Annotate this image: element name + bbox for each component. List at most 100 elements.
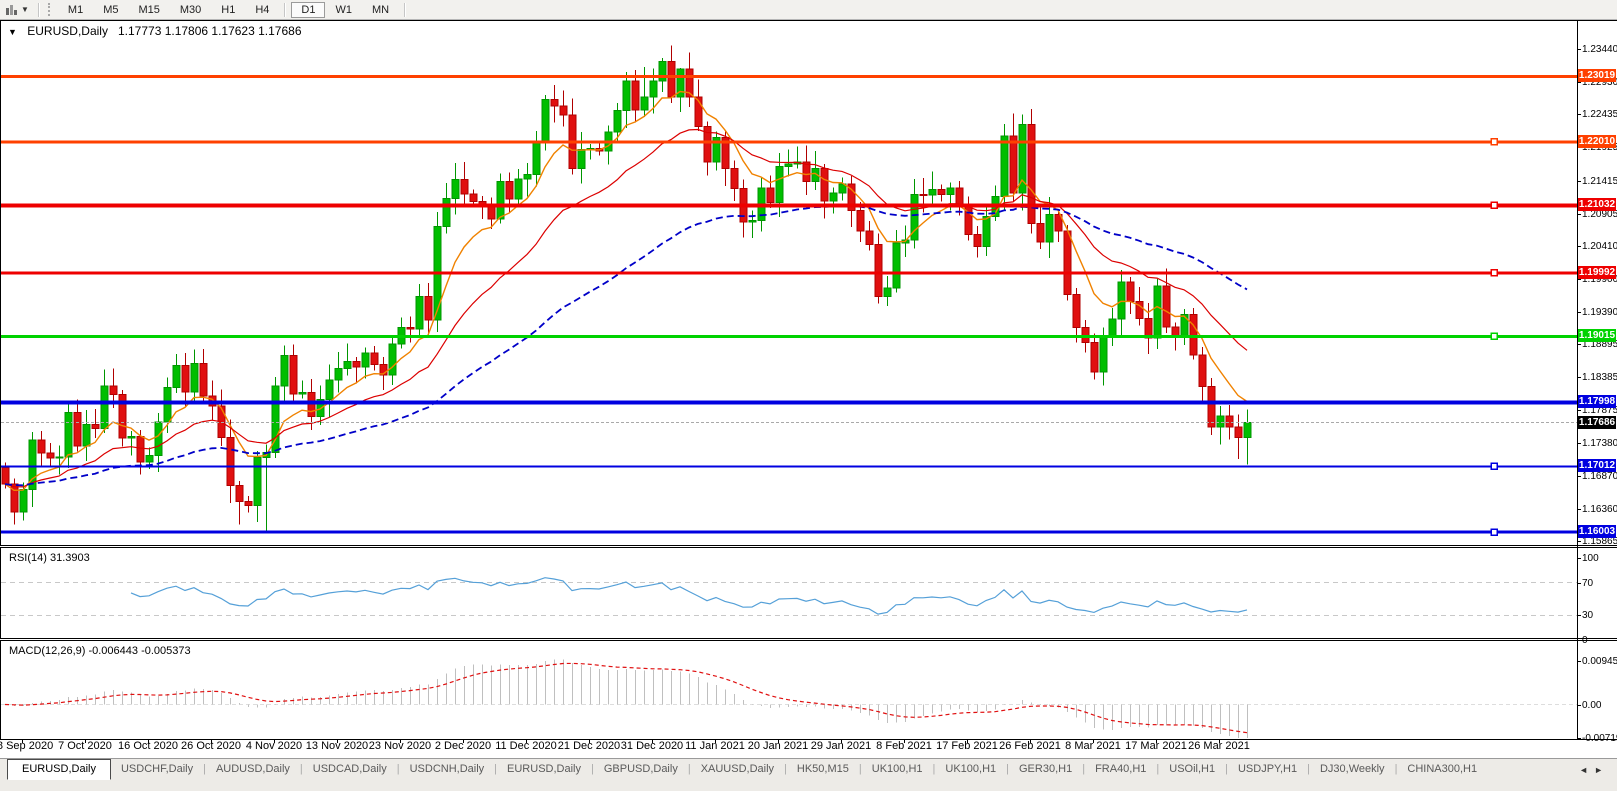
candle-body (74, 413, 81, 446)
date-axis-label: 26 Mar 2021 (1179, 740, 1259, 752)
candle-body (623, 81, 630, 111)
horizontal-level-line[interactable] (1, 271, 1578, 274)
candle-body (1172, 327, 1179, 335)
candle-body (416, 296, 423, 328)
time-axis[interactable]: 28 Sep 20207 Oct 202016 Oct 202026 Oct 2… (0, 740, 1617, 758)
toolbar-separator (404, 3, 406, 17)
timeframe-button-w1[interactable]: W1 (325, 2, 362, 18)
line-handle[interactable] (1491, 270, 1497, 276)
candle-body (920, 194, 927, 195)
candle-body (524, 174, 531, 179)
timeframe-button-h1[interactable]: H1 (211, 2, 245, 18)
toolbar-separator (284, 3, 286, 17)
chart-tab-fra40-h1[interactable]: FRA40,H1 (1085, 759, 1156, 778)
ma-fast-line (5, 92, 1247, 491)
candle-body (2, 467, 9, 484)
chart-tab-usdcad-daily[interactable]: USDCAD,Daily (303, 759, 397, 778)
candle-body (542, 100, 549, 144)
tab-scroll-left-icon[interactable]: ◄ (1579, 765, 1594, 775)
timeframe-button-m5[interactable]: M5 (93, 2, 128, 18)
main-chart-panel[interactable]: ▼ EURUSD,Daily 1.17773 1.17806 1.17623 1… (0, 20, 1617, 546)
candle-body (650, 81, 657, 97)
chart-tab-uk100-h1[interactable]: UK100,H1 (862, 759, 933, 778)
chart-symbol-period: EURUSD,Daily (27, 24, 108, 38)
candle-body (1181, 315, 1188, 336)
chart-tab-dj30-weekly[interactable]: DJ30,Weekly (1310, 759, 1395, 778)
chart-tab-usdchf-daily[interactable]: USDCHF,Daily (111, 759, 203, 778)
chart-tab-usdcnh-daily[interactable]: USDCNH,Daily (400, 759, 495, 778)
charts-toolbar-icon[interactable] (5, 4, 18, 16)
candle-body (641, 97, 648, 110)
candle-body (1235, 427, 1242, 437)
timeframe-button-m1[interactable]: M1 (58, 2, 93, 18)
chart-tab-eurusd-daily[interactable]: EURUSD,Daily (497, 759, 591, 778)
candle-body (515, 179, 522, 199)
line-handle[interactable] (1491, 529, 1497, 535)
timeframe-buttons: M1M5M15M30H1H4 D1W1MN (58, 2, 411, 18)
candle-body (47, 453, 54, 458)
price-axis-divider (1577, 20, 1578, 739)
rsi-canvas (1, 548, 1578, 638)
candle-body (1244, 423, 1251, 438)
horizontal-level-line[interactable] (1, 335, 1578, 338)
line-handle[interactable] (1491, 463, 1497, 469)
chart-tab-usdjpy-h1[interactable]: USDJPY,H1 (1228, 759, 1307, 778)
candle-body (1217, 416, 1224, 427)
candle-body (326, 380, 333, 399)
chart-tab-eurusd-daily[interactable]: EURUSD,Daily (7, 759, 111, 780)
candle-body (1190, 315, 1197, 355)
mt4-terminal: { "toolbar": { "groups": [["M1","M5","M1… (0, 0, 1617, 791)
candle-body (821, 168, 828, 200)
chevron-down-icon[interactable]: ▼ (21, 5, 29, 14)
rsi-line (131, 578, 1247, 614)
timeframe-button-mn[interactable]: MN (362, 2, 399, 18)
macd-indicator-panel[interactable]: MACD(12,26,9) -0.006443 -0.005373 (0, 640, 1617, 740)
rsi-indicator-panel[interactable]: RSI(14) 31.3903 (0, 547, 1617, 639)
candle-body (137, 437, 144, 462)
horizontal-level-line[interactable] (1, 203, 1578, 207)
line-handle[interactable] (1491, 202, 1497, 208)
line-handle[interactable] (1491, 333, 1497, 339)
line-handle[interactable] (1491, 139, 1497, 145)
timeframe-button-m30[interactable]: M30 (170, 2, 211, 18)
candle-body (83, 424, 90, 445)
candlestick-icon (5, 4, 18, 16)
candle-body (200, 363, 207, 395)
price-chart-canvas (1, 21, 1578, 545)
chart-tab-audusd-daily[interactable]: AUDUSD,Daily (206, 759, 300, 778)
candle-body (191, 363, 198, 392)
candle-body (857, 211, 864, 231)
timeframe-button-d1[interactable]: D1 (291, 2, 325, 18)
chart-tab-gbpusd-daily[interactable]: GBPUSD,Daily (594, 759, 688, 778)
candle-body (128, 437, 135, 438)
horizontal-level-line[interactable] (1, 75, 1578, 78)
candle-body (425, 296, 432, 319)
toolbar-grip[interactable] (48, 3, 52, 16)
candle-body (974, 235, 981, 247)
timeframe-button-m15[interactable]: M15 (128, 2, 169, 18)
chart-tab-uk100-h1[interactable]: UK100,H1 (935, 759, 1006, 778)
candle-body (893, 243, 900, 288)
chart-tab-china300-h1[interactable]: CHINA300,H1 (1397, 759, 1487, 778)
chart-tab-xauusd-daily[interactable]: XAUUSD,Daily (691, 759, 784, 778)
candle-body (749, 220, 756, 221)
candle-body (254, 458, 261, 506)
candle-body (470, 194, 477, 202)
candle-body (1109, 319, 1116, 337)
candle-body (1001, 136, 1008, 196)
candle-body (767, 188, 774, 202)
horizontal-level-line[interactable] (1, 140, 1578, 143)
tab-scroll-right-icon[interactable]: ► (1594, 765, 1609, 775)
candle-body (938, 189, 945, 194)
chart-tab-usoil-h1[interactable]: USOil,H1 (1159, 759, 1225, 778)
candle-body (38, 440, 45, 453)
candle-body (110, 386, 117, 394)
horizontal-level-line[interactable] (1, 400, 1578, 404)
horizontal-level-line[interactable] (1, 531, 1578, 534)
timeframe-button-h4[interactable]: H4 (245, 2, 279, 18)
horizontal-level-line[interactable] (1, 465, 1578, 467)
candle-body (164, 387, 171, 421)
chart-tab-ger30-h1[interactable]: GER30,H1 (1009, 759, 1082, 778)
candle-body (20, 489, 27, 512)
chart-tab-hk50-m15[interactable]: HK50,M15 (787, 759, 859, 778)
